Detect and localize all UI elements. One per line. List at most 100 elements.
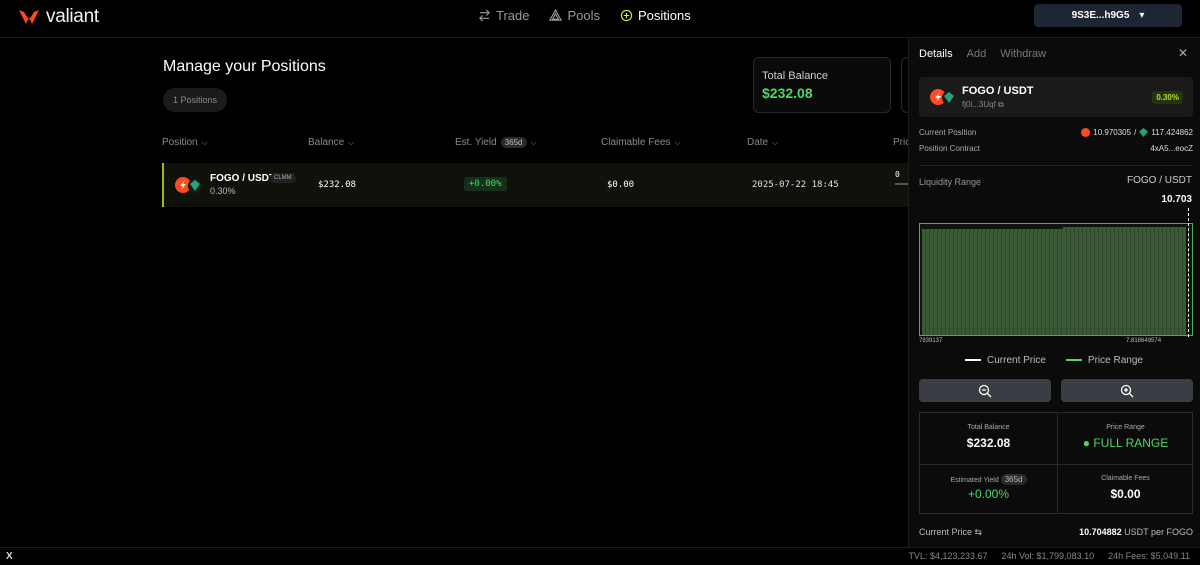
current-price-label: Current Price ⇆ [919, 527, 982, 538]
logo[interactable]: valiant [18, 6, 99, 28]
global-stats: TVL: $4,123,233.67 24h Vol: $1,799,083.1… [908, 551, 1190, 561]
stat-total-balance: Total Balance $232.08 [920, 413, 1057, 464]
total-balance-card: Total Balance $232.08 [753, 57, 891, 113]
stat-est-yield-value: +0.00% [967, 487, 1010, 501]
wallet-button[interactable]: 9S3E...h9G5 ▾ [1034, 4, 1182, 27]
total-balance-value: $232.08 [762, 85, 813, 101]
nav-positions-label: Positions [638, 8, 691, 23]
table-row[interactable]: FOGO / USDT CLMM 0.30% $232.08 +0.00% $0… [162, 163, 909, 207]
pool-type-badge: CLMM [270, 173, 296, 183]
row-yield: +0.00% [464, 177, 507, 191]
top-bar: valiant Trade Pools Positions 9S3E...h9G… [0, 0, 1200, 38]
main-nav: Trade Pools Positions [478, 8, 691, 23]
token-pair-icon [175, 177, 202, 193]
yield-period-badge: 365d [500, 137, 527, 148]
stat-total-balance-value: $232.08 [966, 436, 1011, 450]
stat-est-yield-label: Estimated Yield 365d [920, 474, 1057, 485]
liquidity-chart[interactable] [919, 208, 1193, 337]
zoom-out-button[interactable] [919, 379, 1051, 402]
stat-price-range: Price Range ● FULL RANGE [1057, 413, 1194, 464]
est-yield-label-text: Estimated Yield [950, 477, 999, 484]
close-icon[interactable]: ✕ [1178, 46, 1188, 60]
yield-period-badge: 365d [1000, 474, 1027, 485]
stat-price-range-label: Price Range [1106, 424, 1145, 431]
pools-icon [549, 9, 563, 21]
col-date[interactable]: Date ⌵ [747, 137, 778, 148]
chevron-down-icon: ⌵ [201, 137, 208, 147]
zoom-in-icon [1120, 384, 1134, 397]
row-fees: $0.00 [607, 180, 635, 190]
positions-count-badge: 1 Positions [163, 88, 228, 112]
amount-separator: / [1134, 128, 1137, 137]
row-date: 2025-07-22 18:45 [752, 180, 839, 190]
panel-tabs: Details Add Withdraw [919, 48, 1046, 60]
liquidity-bars-right [1063, 227, 1186, 335]
total-balance-label: Total Balance [762, 70, 829, 82]
zoom-in-button[interactable] [1061, 379, 1193, 402]
legend-range-label: Price Range [1087, 355, 1143, 366]
legend-swatch-white [965, 359, 981, 362]
nav-trade[interactable]: Trade [478, 8, 529, 23]
zoom-out-icon [978, 384, 992, 397]
token-pair-icon [930, 89, 956, 105]
nav-positions[interactable]: Positions [620, 8, 691, 23]
wallet-address: 9S3E...h9G5 [1071, 10, 1130, 21]
current-price-label-text: Current Price [919, 527, 973, 537]
nav-pools[interactable]: Pools [549, 8, 600, 23]
current-price-marker-value: 10.703 [1161, 194, 1192, 205]
nav-trade-label: Trade [496, 8, 530, 23]
tab-add[interactable]: Add [967, 48, 987, 60]
panel-pair-name: FOGO / USDT [962, 85, 1034, 97]
chart-legend: Current Price Price Range [965, 355, 1143, 366]
price-range-text: FULL RANGE [1093, 436, 1169, 450]
col-balance[interactable]: Balance ⌵ [308, 137, 354, 148]
row-balance: $232.08 [318, 180, 356, 190]
stat-est-yield: Estimated Yield 365d +0.00% [920, 464, 1057, 515]
copy-icon[interactable]: ⧉ [998, 100, 1004, 109]
usdt-amount: 117.424862 [1151, 128, 1193, 137]
legend-current-label: Current Price [987, 355, 1046, 366]
stat-fees-value: $0.00 [1110, 487, 1141, 501]
chevron-down-icon: ⌵ [530, 137, 537, 147]
col-fees-label: Claimable Fees [601, 137, 671, 148]
position-contract-value[interactable]: 4xA5...eocZ [1150, 144, 1193, 153]
stat-claimable-fees: Claimable Fees $0.00 [1057, 464, 1194, 515]
stat-price-range-value: ● FULL RANGE [1057, 436, 1194, 450]
tvl-stat: TVL: $4,123,233.67 [908, 551, 988, 561]
price-range-bar [895, 183, 909, 185]
current-position-label: Current Position [919, 128, 977, 137]
col-position[interactable]: Position ⌵ [162, 137, 208, 148]
tab-details[interactable]: Details [919, 48, 953, 60]
tab-withdraw[interactable]: Withdraw [1000, 48, 1046, 60]
status-dot-icon: ● [1082, 436, 1094, 450]
fees-stat: 24h Fees: $5,049.11 [1108, 551, 1190, 561]
liquidity-range-label: Liquidity Range [919, 177, 982, 187]
swap-icon[interactable]: ⇆ [975, 527, 983, 537]
fee-tier-badge: 0.30% [1152, 91, 1183, 104]
pair-address-text: fj0i...3Uqf [962, 100, 996, 109]
axis-min-label: 7839137 [919, 338, 943, 344]
x-social-icon[interactable]: X [6, 551, 13, 562]
chevron-down-icon: ⌵ [348, 137, 355, 147]
app-name: valiant [46, 6, 99, 27]
row-price: 0 [895, 170, 900, 179]
legend-current-price: Current Price [965, 355, 1046, 366]
col-position-label: Position [162, 137, 198, 148]
stat-total-balance-label: Total Balance [967, 424, 1010, 431]
fogo-icon [1081, 128, 1091, 137]
liquidity-pair: FOGO / USDT [1127, 175, 1192, 186]
row-fee: 0.30% [210, 186, 236, 196]
col-balance-label: Balance [308, 137, 345, 148]
col-fees[interactable]: Claimable Fees ⌵ [601, 137, 681, 148]
position-contract-label: Position Contract [919, 144, 980, 153]
position-details-panel: Details Add Withdraw ✕ FOGO / USDT fj0i.… [908, 38, 1200, 547]
col-yield[interactable]: Est. Yield 365d ⌵ [455, 137, 537, 148]
fogo-amount: 10.970305 [1093, 128, 1132, 137]
status-bar: X TVL: $4,123,233.67 24h Vol: $1,799,083… [0, 547, 1200, 565]
current-price-number: 10.704882 [1079, 527, 1122, 537]
divider [919, 165, 1193, 166]
page-title: Manage your Positions [163, 58, 326, 75]
current-price-row: Current Price ⇆ 10.704882 USDT per FOGO [919, 527, 1193, 538]
swap-icon [479, 9, 490, 22]
legend-swatch-green [1065, 359, 1082, 362]
